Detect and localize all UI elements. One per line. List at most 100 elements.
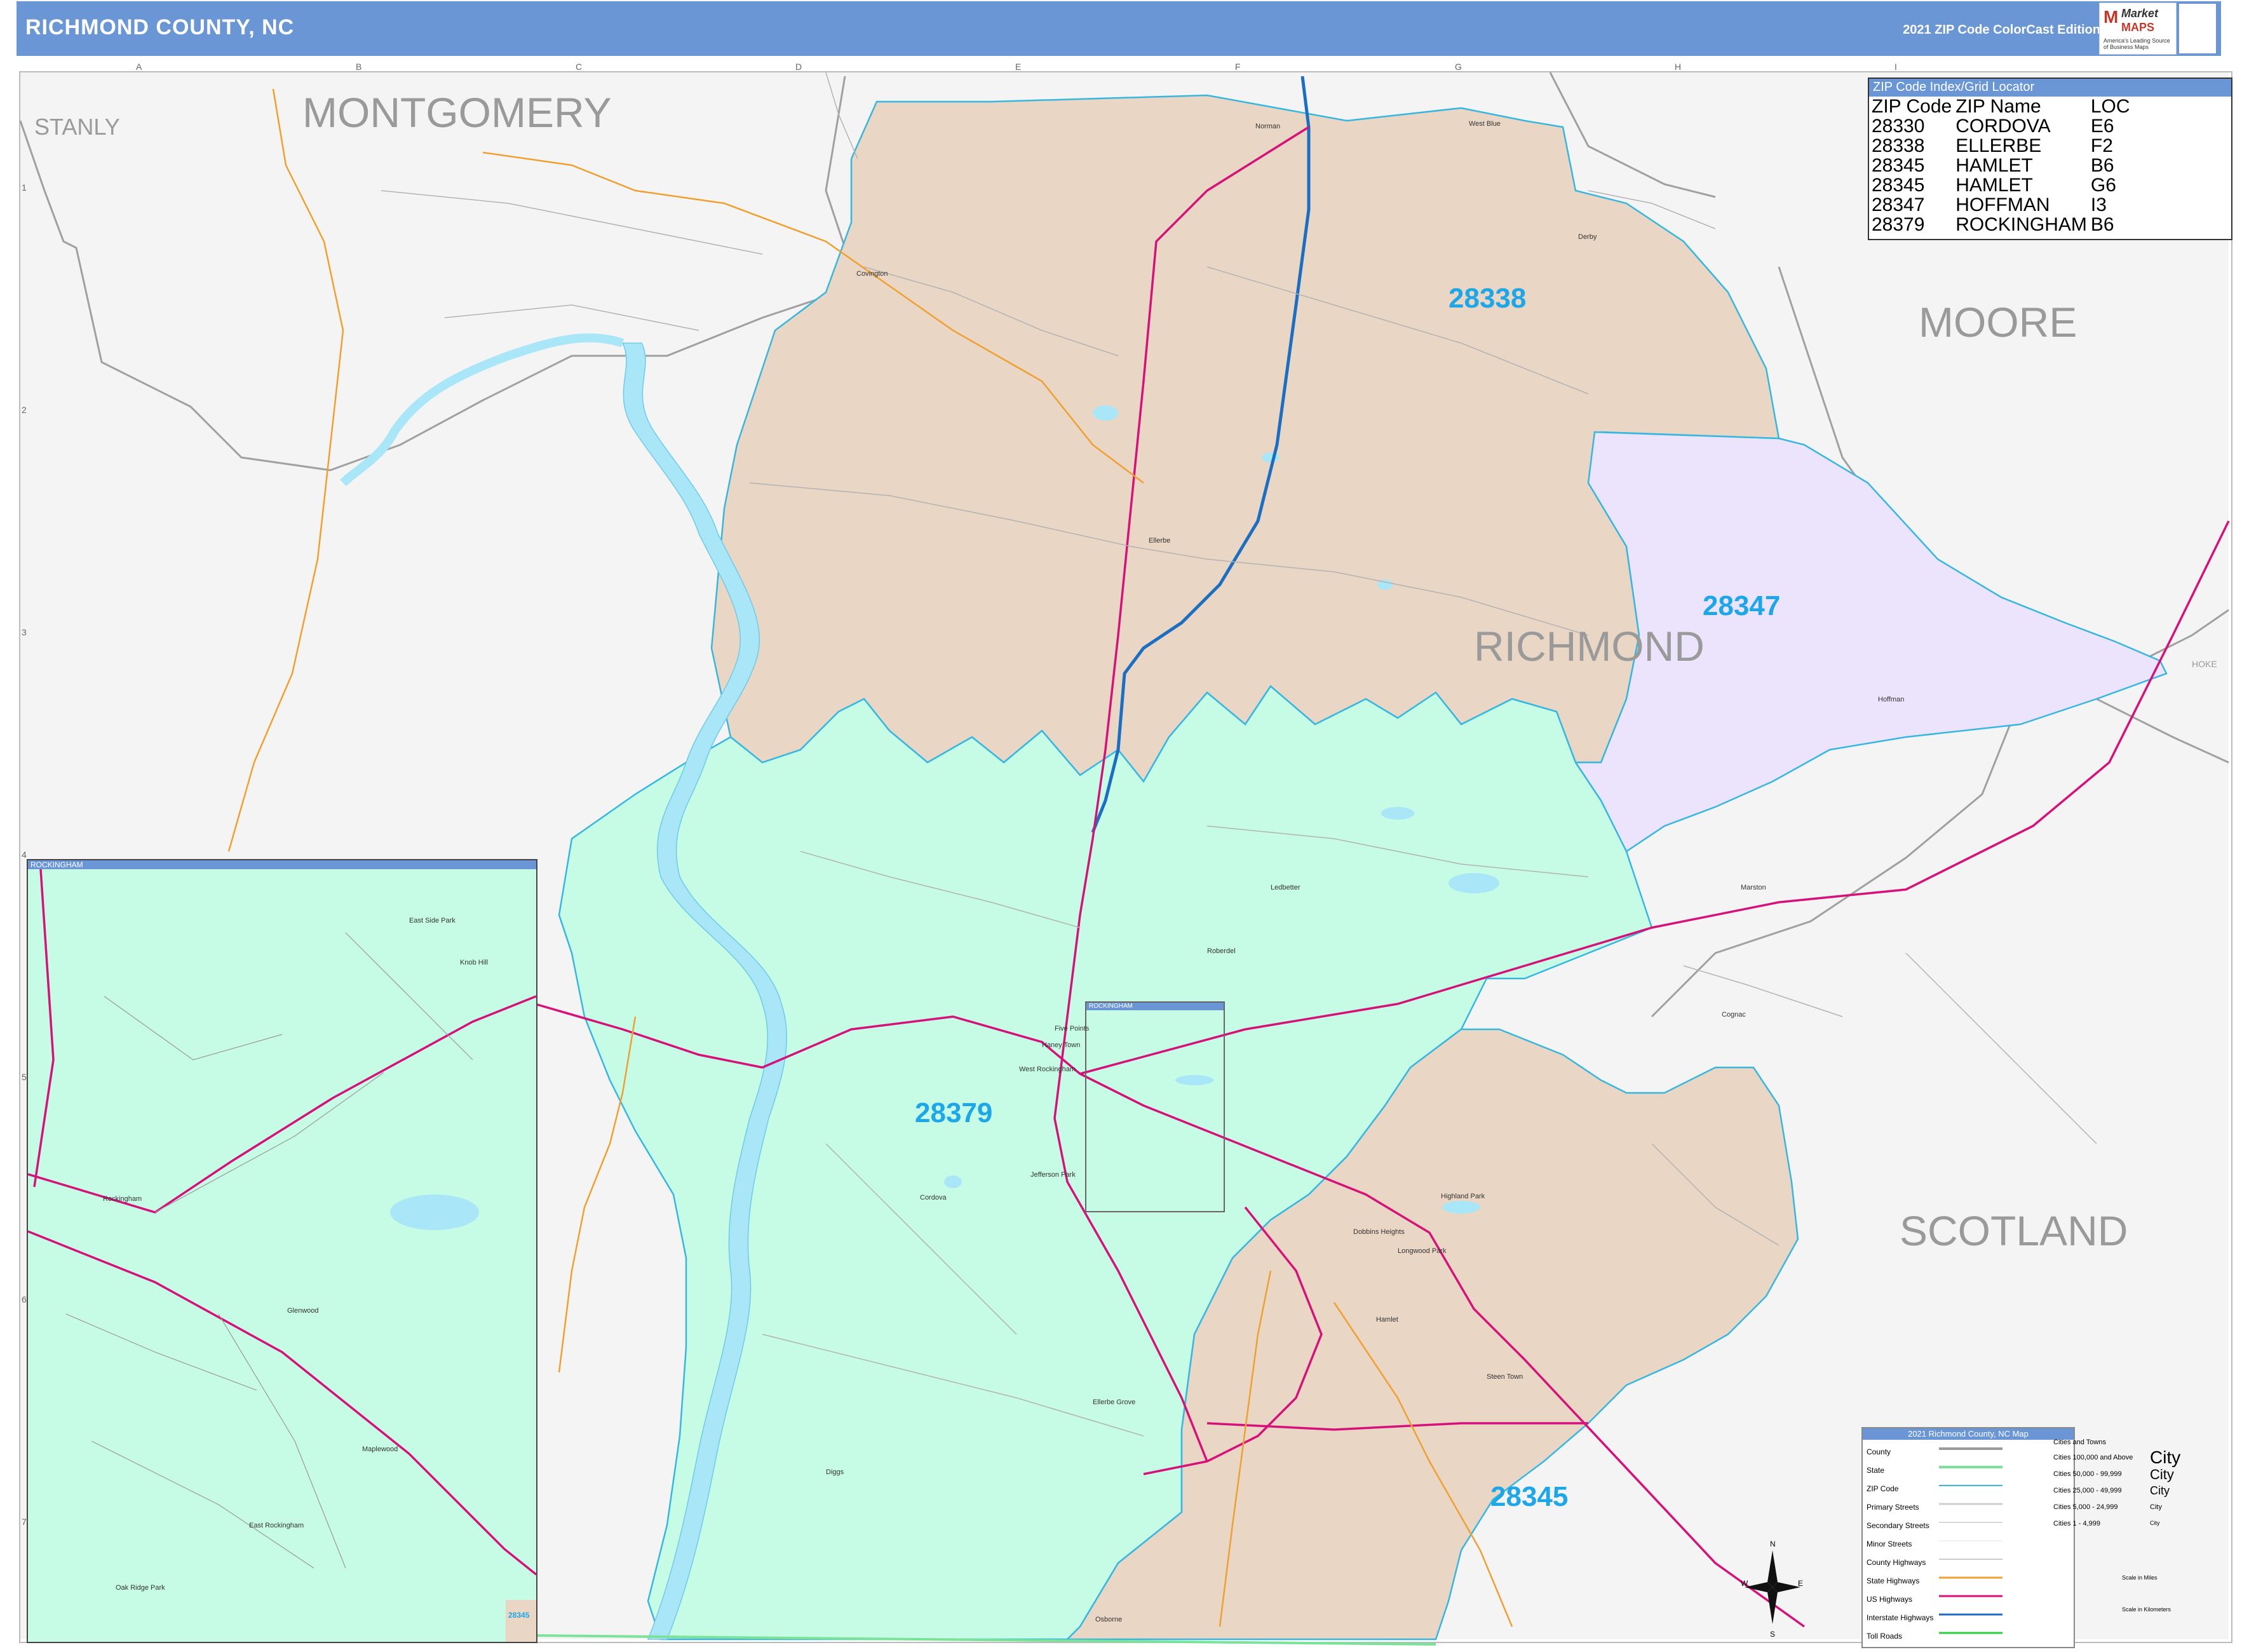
zip-loc-cell: B6 — [2090, 214, 2114, 235]
legend-item-interstate: Interstate Highways — [1867, 1613, 1934, 1622]
grid-label-1: 1 — [22, 182, 27, 193]
zip-loc-cell: I3 — [2090, 194, 2107, 215]
town-five-points: Five Points — [1055, 1025, 1090, 1032]
town-derby: Derby — [1578, 233, 1597, 241]
grid-label-5: 5 — [22, 1072, 27, 1082]
compass-e: E — [1798, 1579, 1803, 1588]
town-roberdel: Roberdel — [1207, 947, 1236, 955]
zip-name-cell: HOFFMAN — [1955, 194, 2050, 215]
table-row: 28338 ELLERBE F2 — [1872, 136, 2134, 156]
inset-lake — [390, 1195, 479, 1230]
compass-rose-icon: N S W E — [1741, 1540, 1803, 1639]
inset-town-maplewood: Maplewood — [362, 1446, 398, 1453]
grid-label-2: 2 — [22, 405, 27, 415]
zip-name-cell: CORDOVA — [1955, 116, 2051, 137]
zip-index-header-row: ZIP Code ZIP Name LOC — [1872, 97, 2134, 116]
zip-cell: 28379 — [1872, 214, 1925, 235]
legend-city-tier-5: Cities 1 - 4,999 — [2053, 1520, 2100, 1527]
county-label-montgomery: MONTGOMERY — [302, 89, 611, 136]
county-label-scotland: SCOTLAND — [1900, 1207, 2128, 1254]
zip-label-28345: 28345 — [1490, 1481, 1568, 1512]
legend-item-county-hwy: County Highways — [1867, 1558, 1926, 1567]
zip-index-col-name: ZIP Name — [1955, 96, 2041, 117]
town-west-rockingham: West Rockingham — [1019, 1066, 1076, 1073]
town-cordova: Cordova — [920, 1194, 947, 1202]
town-ellerbe: Ellerbe — [1149, 537, 1170, 545]
zip-cell: 28345 — [1872, 175, 1925, 196]
legend-cities-panel: Cities and Towns Cities 100,000 and Abov… — [2053, 1439, 2224, 1613]
town-steen-town: Steen Town — [1487, 1373, 1523, 1381]
county-label-moore: MOORE — [1919, 299, 2077, 346]
table-row: 28345 HAMLET G6 — [1872, 175, 2134, 195]
table-row: 28330 CORDOVA E6 — [1872, 116, 2134, 136]
legend-item-secondary: Secondary Streets — [1867, 1521, 1929, 1530]
grid-label-e: E — [1015, 62, 1021, 72]
grid-top-labels: A B C D E F G H I — [136, 62, 1897, 72]
table-row: 28345 HAMLET B6 — [1872, 156, 2134, 175]
zip-cell: 28347 — [1872, 194, 1925, 215]
legend-item-state: State — [1867, 1466, 1885, 1475]
town-ellerbe-grove: Ellerbe Grove — [1093, 1398, 1135, 1406]
town-covington: Covington — [856, 270, 888, 278]
zip-name-cell: ROCKINGHAM — [1955, 214, 2087, 235]
legend-item-us-hwy: US Highways — [1867, 1595, 1913, 1604]
grid-label-3: 3 — [22, 627, 27, 637]
town-hoffman: Hoffman — [1878, 696, 1904, 703]
inset-town-oak-ridge-park: Oak Ridge Park — [116, 1584, 165, 1592]
town-hamlet: Hamlet — [1376, 1316, 1398, 1324]
compass-n: N — [1770, 1540, 1776, 1548]
legend-city-sample-3: City — [2150, 1484, 2170, 1497]
legend-city-sample-5: City — [2150, 1520, 2160, 1526]
zip-index-col-zip: ZIP Code — [1872, 96, 1952, 117]
zip-name-cell: HAMLET — [1955, 155, 2033, 176]
legend-city-tier-1: Cities 100,000 and Above — [2053, 1454, 2133, 1461]
grid-label-c: C — [576, 62, 582, 72]
grid-label-h: H — [1675, 62, 1681, 72]
map-legend: 2021 Richmond County, NC Map County Stat… — [1861, 1427, 2075, 1648]
legend-cities-title: Cities and Towns — [2053, 1439, 2106, 1446]
inset-town-rockingham: Rockingham — [103, 1195, 142, 1203]
town-jefferson-park: Jefferson Park — [1030, 1171, 1076, 1179]
inset-town-east-side-park: East Side Park — [409, 917, 456, 924]
zip-loc-cell: G6 — [2090, 175, 2116, 196]
zip-label-28347: 28347 — [1703, 590, 1780, 621]
legend-city-sample-4: City — [2150, 1503, 2162, 1511]
legend-city-sample-1: City — [2150, 1447, 2181, 1467]
legend-item-minor: Minor Streets — [1867, 1540, 1912, 1548]
legend-item-county: County — [1867, 1447, 1891, 1456]
county-label-richmond: RICHMOND — [1474, 623, 1705, 670]
inset-town-knob-hill: Knob Hill — [460, 959, 488, 966]
zip-index-title: ZIP Code Index/Grid Locator — [1869, 79, 2231, 97]
legend-scale-miles: Scale in Miles — [2122, 1574, 2158, 1581]
grid-label-6: 6 — [22, 1294, 27, 1304]
zip-loc-cell: B6 — [2090, 155, 2114, 176]
inset-locator-title: ROCKINGHAM — [1086, 1003, 1224, 1010]
inset-locator-box[interactable]: ROCKINGHAM — [1085, 1001, 1225, 1212]
zip-cell: 28345 — [1872, 155, 1925, 176]
zip-label-28379: 28379 — [915, 1097, 992, 1128]
town-highland-park: Highland Park — [1441, 1193, 1485, 1200]
town-marston: Marston — [1741, 884, 1766, 891]
inset-zip-area-28345 — [506, 1600, 536, 1642]
zip-cell: 28330 — [1872, 116, 1925, 137]
town-west-blue: West Blue — [1469, 120, 1501, 128]
town-dobbins-heights: Dobbins Heights — [1353, 1228, 1405, 1236]
legend-title: 2021 Richmond County, NC Map — [1863, 1428, 2074, 1440]
legend-item-state-hwy: State Highways — [1867, 1576, 1920, 1585]
legend-scale-km: Scale in Kilometers — [2122, 1606, 2171, 1613]
legend-item-toll: Toll Roads — [1867, 1632, 1903, 1641]
compass-w: W — [1741, 1579, 1748, 1588]
legend-city-tier-4: Cities 5,000 - 24,999 — [2053, 1503, 2118, 1511]
town-cognac: Cognac — [1722, 1011, 1746, 1019]
grid-label-b: B — [356, 62, 361, 72]
rockingham-inset-map[interactable]: ROCKINGHAM 28345 East Side Park Knob Hil… — [27, 859, 537, 1643]
zip-loc-cell: E6 — [2090, 116, 2114, 137]
compass-s: S — [1770, 1630, 1775, 1639]
grid-label-i: I — [1894, 62, 1897, 72]
inset-zip-label: 28345 — [508, 1611, 530, 1620]
zip-label-28338: 28338 — [1449, 283, 1526, 314]
legend-item-zip: ZIP Code — [1867, 1484, 1899, 1493]
town-longwood-park: Longwood Park — [1398, 1247, 1447, 1255]
grid-label-g: G — [1455, 62, 1462, 72]
legend-city-tier-3: Cities 25,000 - 49,999 — [2053, 1487, 2122, 1494]
